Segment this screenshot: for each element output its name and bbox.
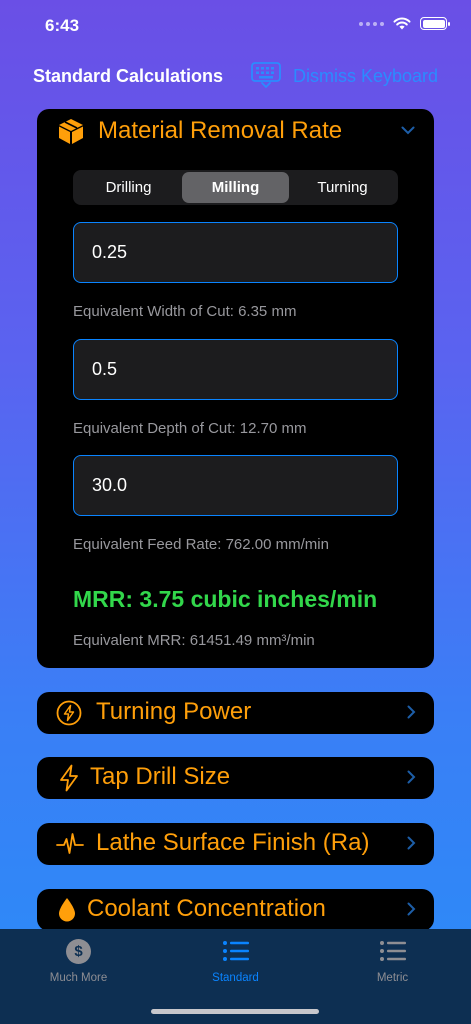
home-indicator[interactable] xyxy=(151,1009,319,1014)
segment-turning[interactable]: Turning xyxy=(289,172,396,203)
segment-milling[interactable]: Milling xyxy=(182,172,289,203)
keyboard-dismiss-icon[interactable] xyxy=(250,61,282,89)
list-icon xyxy=(222,941,249,961)
wifi-icon xyxy=(393,17,411,30)
material-removal-rate-card: Material Removal Rate Drilling Milling T… xyxy=(37,109,434,668)
depth-of-cut-helper: Equivalent Depth of Cut: 12.70 mm xyxy=(73,420,307,437)
mrr-result: MRR: 3.75 cubic inches/min xyxy=(73,586,378,612)
lathe-surface-finish-card[interactable]: Lathe Surface Finish (Ra) xyxy=(37,823,434,865)
chevron-right-icon xyxy=(407,770,416,784)
waveform-icon xyxy=(56,833,84,854)
mrr-card-header[interactable]: Material Removal Rate xyxy=(37,109,434,153)
chevron-right-icon xyxy=(407,836,416,850)
turning-power-card[interactable]: Turning Power xyxy=(37,692,434,734)
page-title: Standard Calculations xyxy=(33,66,224,86)
drop-icon xyxy=(59,898,75,922)
tab-label: Standard xyxy=(212,972,259,984)
turning-power-title: Turning Power xyxy=(96,698,252,725)
width-of-cut-input[interactable]: 0.25 xyxy=(73,222,398,283)
bolt-circle-icon xyxy=(56,700,82,726)
dismiss-keyboard-button[interactable]: Dismiss Keyboard xyxy=(293,66,438,87)
status-time: 6:43 xyxy=(45,16,80,35)
chevron-right-icon xyxy=(407,705,416,719)
chevron-down-icon[interactable] xyxy=(401,126,415,135)
dollar-circle-icon: $ xyxy=(66,938,91,964)
cellular-signal-icon xyxy=(359,21,384,26)
tap-drill-size-title: Tap Drill Size xyxy=(90,763,231,790)
segment-drilling[interactable]: Drilling xyxy=(75,172,182,203)
list-icon xyxy=(379,941,406,961)
depth-of-cut-input[interactable]: 0.5 xyxy=(73,339,398,400)
battery-icon xyxy=(420,17,450,30)
coolant-concentration-title: Coolant Concentration xyxy=(87,895,326,922)
lathe-surface-finish-title: Lathe Surface Finish (Ra) xyxy=(96,829,370,856)
feed-rate-input[interactable]: 30.0 xyxy=(73,455,398,516)
operation-segmented-control: Drilling Milling Turning xyxy=(73,170,398,205)
mrr-card-title: Material Removal Rate xyxy=(98,117,343,144)
tab-standard[interactable]: Standard xyxy=(157,937,314,984)
equivalent-mrr-text: Equivalent MRR: 61451.49 mm³/min xyxy=(73,632,315,649)
coolant-concentration-card[interactable]: Coolant Concentration xyxy=(37,889,434,931)
width-of-cut-helper: Equivalent Width of Cut: 6.35 mm xyxy=(73,303,297,320)
feed-rate-helper: Equivalent Feed Rate: 762.00 mm/min xyxy=(73,536,329,553)
tab-much-more[interactable]: $ Much More xyxy=(0,937,157,984)
cube-icon xyxy=(59,119,83,144)
tap-drill-size-card[interactable]: Tap Drill Size xyxy=(37,757,434,799)
status-icons xyxy=(359,17,450,30)
tab-label: Much More xyxy=(49,972,108,984)
tab-label: Metric xyxy=(376,972,409,984)
chevron-right-icon xyxy=(407,902,416,916)
tab-metric[interactable]: Metric xyxy=(314,937,471,984)
navigation-bar: Standard Calculations Dismiss Keyboard xyxy=(0,52,471,102)
bolt-icon xyxy=(60,764,78,792)
status-bar: 6:43 xyxy=(0,0,471,52)
